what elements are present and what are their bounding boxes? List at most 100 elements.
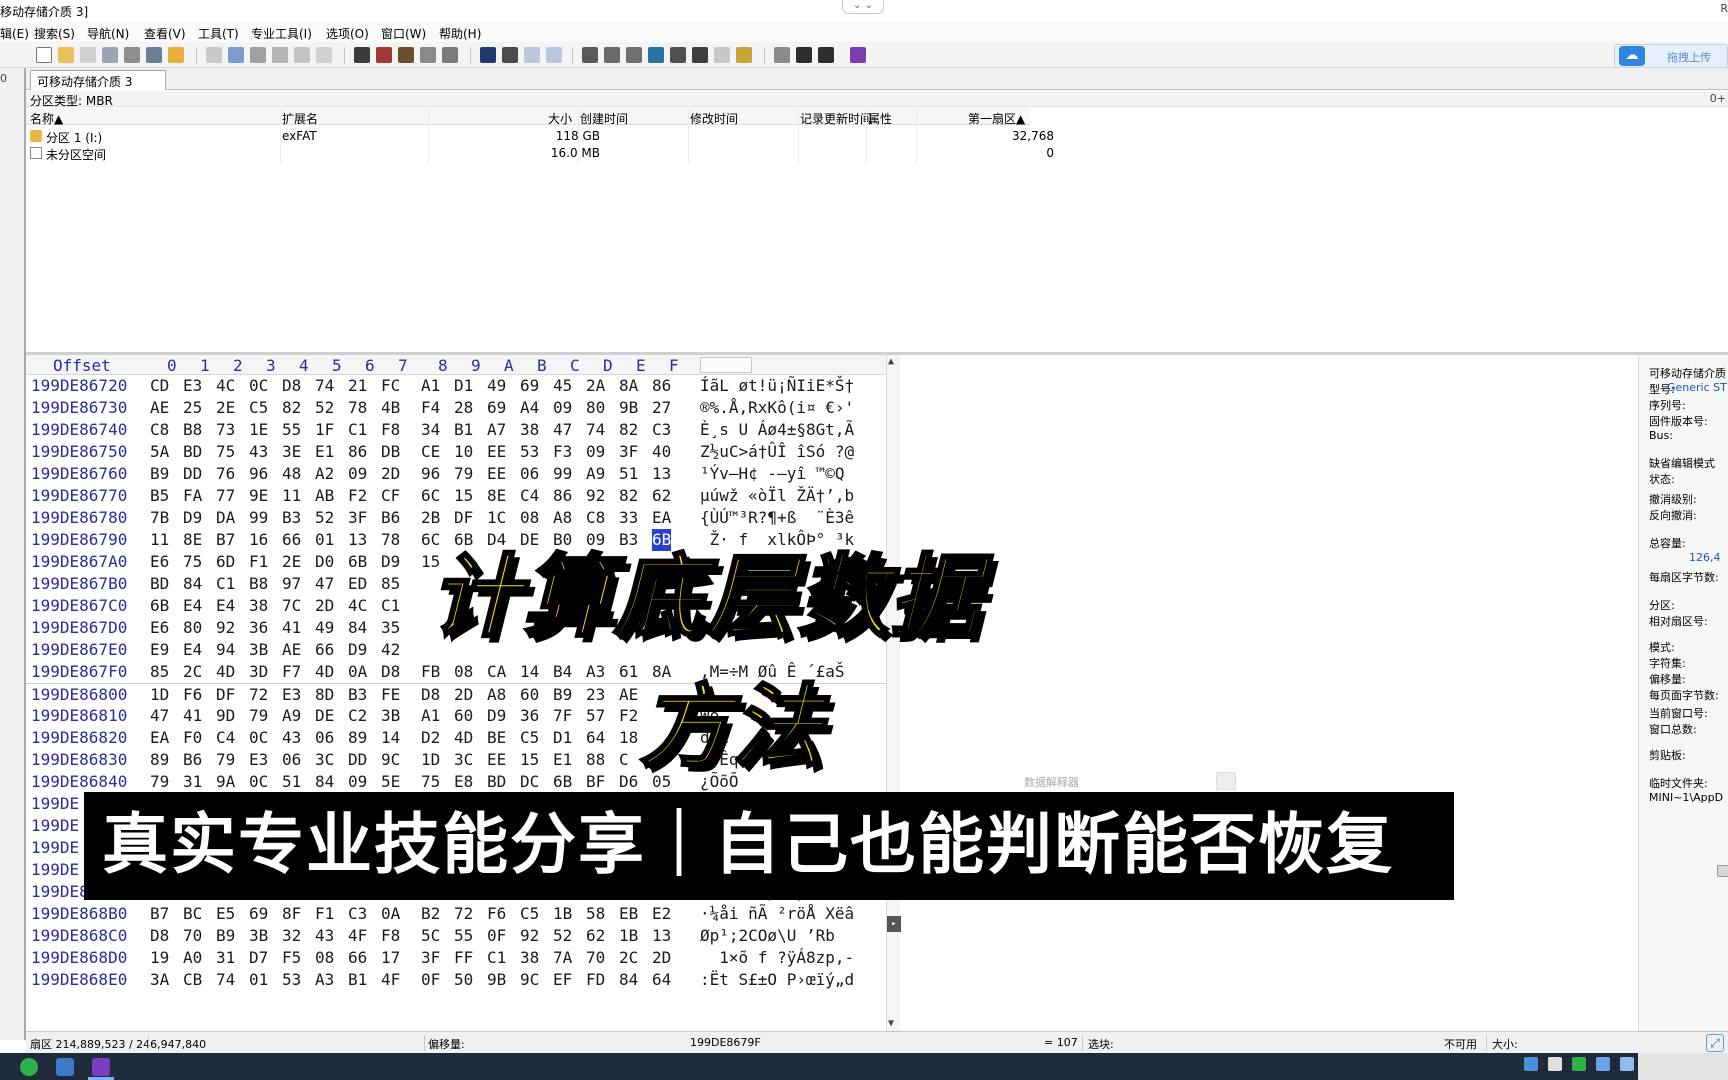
hex-byte[interactable]: 38 [520, 947, 539, 969]
hex-byte[interactable]: D0 [315, 551, 334, 573]
next-page-icon[interactable] [818, 47, 834, 63]
hex-byte[interactable]: A9 [282, 705, 301, 727]
hex-byte[interactable]: 33 [619, 507, 638, 529]
hex-byte[interactable]: 11 [150, 529, 169, 551]
hex-byte[interactable]: FD [586, 969, 605, 991]
tools-icon[interactable] [736, 47, 752, 63]
folder-icon[interactable] [168, 47, 184, 63]
hex-byte[interactable]: 9C [381, 749, 400, 771]
hex-byte[interactable]: 60 [520, 684, 539, 706]
hex-byte[interactable]: D7 [249, 947, 268, 969]
hex-byte[interactable]: 47 [150, 705, 169, 727]
hex-row[interactable]: 199DE868C0 D8 70 B9 3B 32 43 4F F8 5C 55 0F 92 52 62 1B… [26, 925, 900, 947]
hex-byte[interactable]: 28 [454, 397, 473, 419]
hex-byte[interactable]: 75 [421, 771, 440, 793]
hex-byte[interactable]: 74 [216, 969, 235, 991]
hex-byte[interactable]: 2D [652, 947, 671, 969]
hex-byte[interactable]: F3 [553, 441, 572, 463]
upload-button[interactable]: ☁ 拖拽上传 [1614, 44, 1728, 68]
hex-byte[interactable]: D1 [553, 727, 572, 749]
hex-byte[interactable]: D6 [619, 771, 638, 793]
hex-byte[interactable]: B1 [348, 969, 367, 991]
partition-row[interactable]: 未分区空间 16.0 MB 0 [26, 145, 1054, 162]
hex-byte[interactable]: 0C [249, 727, 268, 749]
print-icon[interactable] [102, 47, 118, 63]
hex-byte[interactable]: 2E [216, 397, 235, 419]
menu-item[interactable]: 选项(O) [326, 25, 369, 42]
hex-byte[interactable]: 69 [487, 397, 506, 419]
hex-byte[interactable]: 84 [619, 969, 638, 991]
hex-byte[interactable]: 82 [282, 397, 301, 419]
hex-byte[interactable]: 86 [348, 441, 367, 463]
hex-ascii[interactable]: ®%.Å‚RxKô(i¤ €›' [700, 397, 854, 419]
disk-clone-icon[interactable] [604, 47, 620, 63]
hex-byte[interactable]: 61 [619, 661, 638, 683]
hex-byte[interactable]: D9 [348, 639, 367, 661]
hex-byte[interactable]: 73 [216, 419, 235, 441]
hex-byte[interactable]: 6D [216, 551, 235, 573]
hex-byte[interactable]: 14 [381, 727, 400, 749]
hex-byte[interactable]: 4C [216, 375, 235, 397]
hex-byte[interactable]: 1E [249, 419, 268, 441]
hex-byte[interactable]: 74 [315, 375, 334, 397]
hex-byte[interactable]: EE [487, 749, 506, 771]
wechat-icon[interactable] [20, 1058, 38, 1076]
hex-row[interactable]: 199DE86770 B5 FA 77 9E 11 AB F2 CF 6C 15 8E C4 86 92 82… [26, 485, 900, 507]
hex-byte[interactable]: 8F [282, 903, 301, 925]
hex-byte[interactable]: FF [454, 947, 473, 969]
hex-row[interactable]: 199DE86740 C8 B8 73 1E 55 1F C1 F8 34 B1 A7 38 47 74 82… [26, 419, 900, 441]
hex-row[interactable]: 199DE868B0 B7 BC E5 69 8F F1 C3 0A B2 72 F6 C5 1B 58 EB… [26, 903, 900, 925]
hex-byte[interactable]: 08 [315, 947, 334, 969]
hex-byte[interactable]: B7 [216, 529, 235, 551]
hex-byte[interactable]: F0 [183, 727, 202, 749]
hex-byte[interactable]: E3 [282, 684, 301, 706]
hex-ascii[interactable]: Z½uC>á†ÛÎ îSó ?@ [700, 441, 854, 463]
hex-byte[interactable]: 94 [216, 639, 235, 661]
winhex-icon[interactable] [92, 1058, 110, 1076]
close-icon[interactable] [1216, 772, 1236, 790]
hex-byte[interactable]: BC [183, 903, 202, 925]
hex-byte[interactable]: 0F [487, 925, 506, 947]
hex-byte[interactable]: 60 [454, 705, 473, 727]
hex-byte[interactable]: C1 [348, 419, 367, 441]
hex-byte[interactable]: BD [150, 573, 169, 595]
hex-row[interactable]: 199DE86750 5A BD 75 43 3E E1 86 DB CE 10 EE 53 F3 09 3F… [26, 441, 900, 463]
hex-byte[interactable]: 2A [586, 375, 605, 397]
hex-byte[interactable]: 84 [348, 617, 367, 639]
column-header-size[interactable]: 大小 [548, 110, 572, 127]
hex-ascii[interactable]: ¹Ýv–H¢ -–yî ™©Q [700, 463, 854, 485]
scan-icon[interactable] [670, 47, 686, 63]
hex-byte[interactable]: DE [315, 705, 334, 727]
hex-byte[interactable]: C5 [520, 727, 539, 749]
hex-byte[interactable]: 18 [619, 727, 638, 749]
hex-byte[interactable]: 31 [183, 771, 202, 793]
hex-ascii[interactable]: ·¼åi ñÃ ²röÅ Xëâ [700, 903, 854, 925]
hex-byte[interactable]: 9B [487, 969, 506, 991]
column-header-extension[interactable]: 扩展名 [282, 110, 318, 127]
hex-byte[interactable]: A8 [487, 684, 506, 706]
hex-byte[interactable]: 72 [249, 684, 268, 706]
properties-icon[interactable] [124, 47, 140, 63]
hex-byte[interactable]: 57 [586, 705, 605, 727]
hex-byte[interactable]: 55 [282, 419, 301, 441]
hex-byte[interactable]: 79 [454, 463, 473, 485]
scroll-thumb[interactable]: ▸ [887, 916, 901, 932]
hex-byte[interactable]: E2 [652, 903, 671, 925]
hash-icon[interactable] [692, 47, 708, 63]
hex-byte[interactable]: 79 [249, 705, 268, 727]
hex-byte[interactable]: 88 [586, 749, 605, 771]
hex-byte[interactable]: D8 [421, 684, 440, 706]
hex-byte[interactable]: 2C [619, 947, 638, 969]
hex-byte[interactable]: A1 [421, 375, 440, 397]
hex-byte[interactable]: 79 [216, 749, 235, 771]
hex-byte[interactable]: FA [183, 485, 202, 507]
explorer-icon[interactable] [56, 1058, 74, 1076]
hex-ascii[interactable]: {ÙÚ™³R?¶+ß ¨È3ê [700, 507, 854, 529]
hex-byte[interactable]: 86 [553, 485, 572, 507]
hex-byte[interactable]: DF [216, 684, 235, 706]
hex-byte[interactable]: 51 [282, 771, 301, 793]
hex-ascii[interactable]: ÍãL øt!ü¡ÑIiE*Š† [700, 375, 854, 397]
hex-byte[interactable]: 4B [381, 397, 400, 419]
hex-byte[interactable]: 51 [619, 463, 638, 485]
hex-byte[interactable]: 38 [249, 595, 268, 617]
